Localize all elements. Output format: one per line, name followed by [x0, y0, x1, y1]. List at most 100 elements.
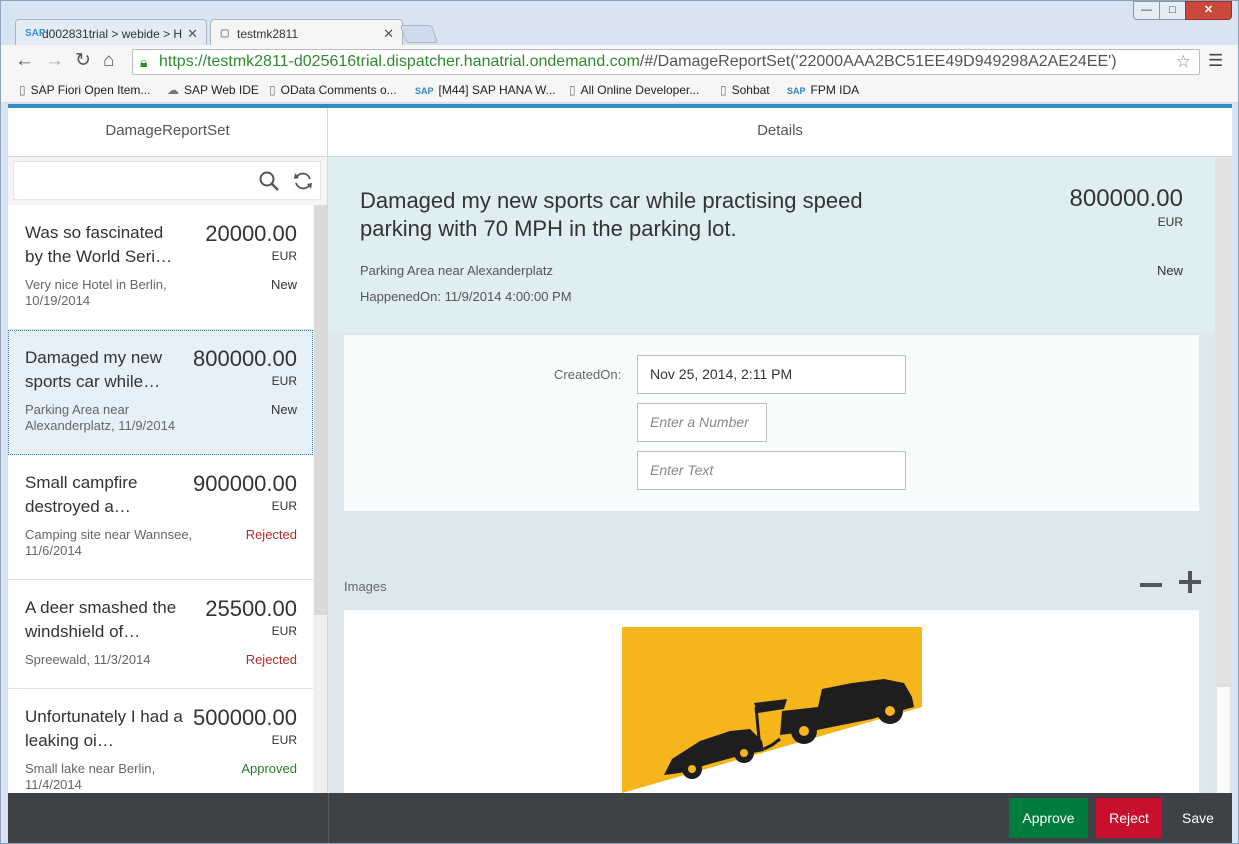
sap-icon: SAP: [787, 86, 806, 96]
detail-form: CreatedOn: Nov 25, 2014, 2:11 PM Enter a…: [344, 335, 1199, 511]
item-title: A deer smashed the windshield of…: [25, 598, 177, 641]
tab-close-icon[interactable]: ✕: [187, 26, 198, 42]
list-item[interactable]: A deer smashed the windshield of… 25500.…: [8, 580, 313, 689]
footer-toolbar: Approve Reject Save: [8, 793, 1232, 843]
menu-icon[interactable]: ☰: [1208, 51, 1223, 71]
save-button[interactable]: Save: [1168, 798, 1228, 838]
url-scheme: https://: [159, 53, 208, 70]
tab-label: testmk2811: [237, 27, 299, 41]
page-favicon-icon: ▢: [220, 28, 230, 39]
bookmark-star-icon[interactable]: ☆: [1176, 50, 1191, 74]
damage-report-list: Was so fascinated by the World Seri… 200…: [8, 205, 313, 793]
reject-button[interactable]: Reject: [1096, 798, 1162, 838]
images-panel: [344, 610, 1199, 793]
sap-icon: SAP: [415, 86, 434, 96]
page-icon: ▯: [569, 83, 576, 97]
bookmark-label: All Online Developer...: [580, 83, 700, 97]
page-icon: ▯: [720, 83, 727, 97]
item-description: Small lake near Berlin, 11/4/2014: [25, 761, 156, 792]
bookmark-label: SAP Fiori Open Item...: [30, 83, 151, 97]
minimize-button[interactable]: —: [1133, 1, 1160, 20]
approve-button[interactable]: Approve: [1009, 798, 1088, 838]
object-location: Parking Area near Alexanderplatz: [360, 263, 553, 278]
browser-tab-testmk2811[interactable]: ▢ testmk2811 ✕: [210, 19, 403, 46]
bookmark-item[interactable]: ☁ SAP Web IDE: [167, 83, 259, 97]
list-item[interactable]: Was so fascinated by the World Seri… 200…: [8, 205, 313, 330]
zoom-in-icon[interactable]: [1178, 570, 1202, 594]
browser-tab-webide[interactable]: SAP d002831trial > webide > H ✕: [15, 19, 207, 46]
back-icon[interactable]: ←: [15, 51, 34, 71]
created-on-field[interactable]: Nov 25, 2014, 2:11 PM: [637, 355, 906, 394]
list-item-selected[interactable]: Damaged my new sports car while… 800000.…: [8, 330, 313, 455]
item-currency: EUR: [271, 249, 297, 263]
item-amount: 900000.00: [193, 471, 297, 496]
footer-divider: [328, 793, 329, 843]
detail-title: Details: [328, 108, 1232, 157]
item-amount: 25500.00: [205, 596, 297, 621]
close-window-button[interactable]: ✕: [1185, 1, 1232, 20]
item-title: Was so fascinated by the World Seri…: [25, 223, 173, 266]
tab-close-icon[interactable]: ✕: [383, 26, 394, 42]
bookmark-item[interactable]: ▯ Sohbat: [720, 83, 770, 97]
bookmark-label: [M44] SAP HANA W...: [438, 83, 556, 97]
object-amount: 800000.00: [1069, 185, 1183, 212]
object-currency: EUR: [1157, 215, 1183, 229]
bookmark-item[interactable]: ▯ OData Comments o...: [269, 83, 397, 97]
item-title: Unfortunately I had a leaking oi…: [25, 707, 183, 750]
bookmark-label: SAP Web IDE: [184, 83, 259, 97]
forward-icon[interactable]: →: [45, 51, 64, 71]
list-item[interactable]: Unfortunately I had a leaking oi… 500000…: [8, 689, 313, 793]
url-path: /#/DamageReportSet('22000AAA2BC51EE49D94…: [639, 53, 1117, 70]
item-currency: EUR: [271, 499, 297, 513]
reload-icon[interactable]: ↻: [75, 51, 91, 71]
browser-toolbar: ← → ↻ ⌂ 🔒︎ https://testmk2811-d025616tri…: [1, 45, 1238, 79]
refresh-icon[interactable]: [292, 170, 314, 192]
page-icon: ▯: [19, 83, 26, 97]
search-field[interactable]: [13, 161, 321, 200]
zoom-out-icon[interactable]: [1139, 573, 1163, 597]
item-currency: EUR: [271, 374, 297, 388]
number-field[interactable]: Enter a Number: [637, 403, 767, 442]
home-icon[interactable]: ⌂: [103, 51, 114, 71]
status-badge: Rejected: [245, 527, 297, 542]
fiori-app: DamageReportSet Details Was so fascinate…: [8, 104, 1232, 843]
object-header: Damaged my new sports car while practisi…: [328, 157, 1215, 333]
bookmark-label: OData Comments o...: [280, 83, 397, 97]
address-bar[interactable]: 🔒︎ https://testmk2811-d025616trial.dispa…: [132, 49, 1200, 75]
lock-icon: 🔒︎: [140, 54, 148, 70]
page-icon: ▯: [269, 83, 276, 97]
bookmark-item[interactable]: ▯ SAP Fiori Open Item...: [19, 83, 150, 97]
url-host: testmk2811-d025616trial.dispatcher.hanat…: [207, 53, 640, 70]
bookmark-item[interactable]: ▯ All Online Developer...: [569, 83, 699, 97]
new-tab-button[interactable]: [399, 25, 439, 43]
item-description: Spreewald, 11/3/2014: [25, 652, 151, 667]
sap-favicon-icon: SAP: [25, 28, 46, 39]
maximize-button[interactable]: □: [1159, 1, 1186, 20]
created-on-label: CreatedOn:: [554, 367, 622, 382]
item-amount: 500000.00: [193, 705, 297, 730]
master-title: DamageReportSet: [8, 108, 328, 157]
status-badge: Rejected: [245, 652, 297, 667]
item-currency: EUR: [271, 733, 297, 747]
scrollbar-thumb[interactable]: [314, 205, 327, 615]
tow-truck-image: [622, 627, 922, 793]
images-label: Images: [344, 579, 387, 594]
item-title: Damaged my new sports car while…: [25, 348, 163, 391]
object-status: New: [1156, 263, 1183, 278]
list-item[interactable]: Small campfire destroyed a… 900000.00 EU…: [8, 455, 313, 580]
bookmark-item[interactable]: SAP [M44] SAP HANA W...: [415, 83, 556, 97]
item-amount: 20000.00: [205, 221, 297, 246]
detail-scrollbar[interactable]: [1215, 157, 1232, 793]
master-scrollbar[interactable]: [314, 205, 327, 793]
text-field[interactable]: Enter Text: [637, 451, 906, 490]
cloud-icon: ☁: [167, 83, 179, 97]
item-description: Very nice Hotel in Berlin, 10/19/2014: [25, 277, 167, 308]
bookmark-item[interactable]: SAP FPM IDA: [787, 83, 859, 97]
detail-pane: Damaged my new sports car while practisi…: [328, 157, 1232, 793]
item-amount: 800000.00: [193, 346, 297, 371]
scrollbar-thumb[interactable]: [1217, 687, 1230, 793]
status-badge: New: [270, 402, 297, 417]
search-icon[interactable]: [258, 170, 280, 192]
object-title: Damaged my new sports car while practisi…: [360, 188, 863, 241]
browser-window: SAP d002831trial > webide > H ✕ ▢ testmk…: [0, 0, 1239, 844]
